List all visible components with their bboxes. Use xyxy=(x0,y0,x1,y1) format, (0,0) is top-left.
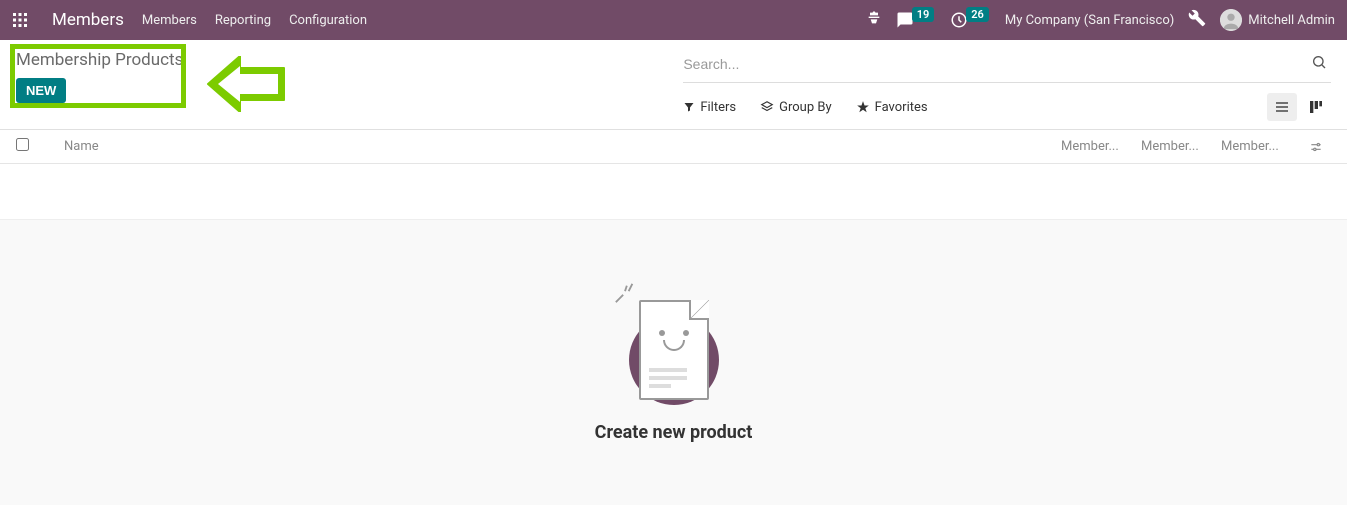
empty-title: Create new product xyxy=(595,422,753,443)
messages-button[interactable]: 19 xyxy=(896,11,937,29)
app-brand[interactable]: Members xyxy=(52,10,124,30)
table-header-row: Name Member... Member... Member... xyxy=(0,130,1347,164)
kanban-icon xyxy=(1308,99,1324,115)
optional-columns-button[interactable] xyxy=(1301,140,1331,154)
search-bar xyxy=(683,50,1331,83)
avatar xyxy=(1220,9,1242,31)
activities-count: 26 xyxy=(966,7,989,22)
search-input[interactable] xyxy=(683,56,1307,72)
list-view-button[interactable] xyxy=(1267,93,1297,121)
phone-icon[interactable] xyxy=(866,10,882,30)
menu-configuration[interactable]: Configuration xyxy=(289,13,367,28)
list-icon xyxy=(1274,99,1290,115)
empty-illustration xyxy=(624,290,724,410)
menu-reporting[interactable]: Reporting xyxy=(215,13,271,28)
sliders-icon xyxy=(1309,140,1323,154)
search-icon[interactable] xyxy=(1307,50,1331,78)
select-all-cell xyxy=(16,138,48,155)
filters-button[interactable]: Filters xyxy=(683,100,736,115)
document-icon xyxy=(639,300,709,400)
table-empty-row xyxy=(0,164,1347,220)
menu-members[interactable]: Members xyxy=(142,13,197,28)
column-name[interactable]: Name xyxy=(48,139,1061,154)
empty-state: Create new product xyxy=(0,290,1347,443)
control-panel-left: Membership Products NEW xyxy=(16,50,183,121)
kanban-view-button[interactable] xyxy=(1301,93,1331,121)
company-switcher[interactable]: My Company (San Francisco) xyxy=(1005,13,1174,28)
filter-row: Filters Group By Favorites xyxy=(683,93,1331,121)
control-panel: Membership Products NEW Filters Group By… xyxy=(0,40,1347,130)
star-icon xyxy=(856,100,870,114)
column-member-3[interactable]: Member... xyxy=(1221,139,1301,154)
topbar-right: 19 26 My Company (San Francisco) Mitchel… xyxy=(866,9,1335,31)
filters-label: Filters xyxy=(700,100,736,115)
apps-menu-icon[interactable] xyxy=(12,12,28,28)
favorites-button[interactable]: Favorites xyxy=(856,100,928,115)
user-menu[interactable]: Mitchell Admin xyxy=(1220,9,1335,31)
control-panel-right: Filters Group By Favorites xyxy=(183,50,1331,121)
layers-icon xyxy=(760,100,774,114)
new-button[interactable]: NEW xyxy=(16,78,66,103)
column-member-1[interactable]: Member... xyxy=(1061,139,1141,154)
groupby-button[interactable]: Group By xyxy=(760,100,832,115)
breadcrumb: Membership Products xyxy=(16,50,183,70)
messages-count: 19 xyxy=(912,7,935,22)
groupby-label: Group By xyxy=(779,100,832,115)
user-name: Mitchell Admin xyxy=(1248,13,1335,28)
view-switcher xyxy=(1267,93,1331,121)
column-member-2[interactable]: Member... xyxy=(1141,139,1221,154)
funnel-icon xyxy=(683,101,695,113)
select-all-checkbox[interactable] xyxy=(16,138,29,151)
sparkle-icon xyxy=(614,282,636,304)
topbar: Members Members Reporting Configuration … xyxy=(0,0,1347,40)
debug-icon[interactable] xyxy=(1188,9,1206,31)
activities-button[interactable]: 26 xyxy=(950,11,991,29)
topbar-left: Members Members Reporting Configuration xyxy=(12,10,367,30)
favorites-label: Favorites xyxy=(875,100,928,115)
